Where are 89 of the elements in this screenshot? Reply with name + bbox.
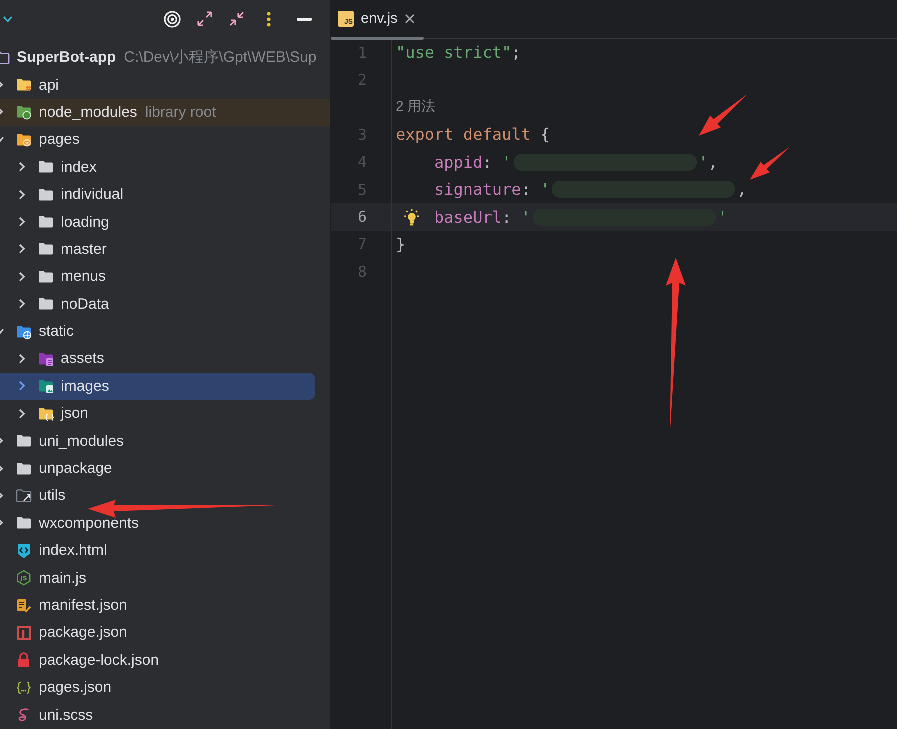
tree-item[interactable]: json [0, 400, 330, 428]
annotation-arrow [699, 94, 748, 136]
braces-icon [16, 680, 32, 696]
folder-icon [38, 159, 54, 176]
folder-icon [38, 241, 54, 258]
close-icon[interactable] [404, 14, 415, 24]
collapse-arrows-icon[interactable] [229, 11, 245, 27]
code-token: ; [512, 43, 522, 62]
checklist-icon [16, 598, 32, 614]
code-token: : [482, 152, 494, 172]
chevron-right-icon[interactable] [18, 243, 26, 256]
tree-item[interactable]: uni_modules [0, 427, 330, 455]
code-token: ' [698, 152, 708, 172]
folder-icon [38, 296, 54, 312]
tree-item[interactable]: utils [0, 482, 330, 510]
code-token: ' [502, 152, 512, 172]
tree-item[interactable]: loading [0, 208, 330, 236]
lightbulb-icon[interactable] [403, 208, 421, 226]
tree-item[interactable]: manifest.json [0, 592, 330, 620]
folder-icon [16, 77, 32, 94]
tree-item[interactable]: uni.scss [0, 701, 330, 729]
folder-icon [38, 268, 54, 285]
code-token: : [502, 208, 513, 227]
minus-icon[interactable] [297, 18, 312, 20]
code-token: : [521, 180, 532, 200]
tree-item[interactable]: package.json [0, 619, 330, 647]
package-icon [16, 624, 32, 641]
chevron-right-icon[interactable] [18, 408, 26, 420]
chevron-right-icon[interactable] [18, 216, 26, 228]
target-icon[interactable] [164, 10, 181, 28]
tree-item[interactable]: menus [0, 263, 330, 291]
folder-icon [16, 433, 32, 450]
folder-icon [16, 515, 32, 532]
tree-item[interactable]: master [0, 236, 330, 264]
code-token: baseUrl [434, 208, 502, 227]
tree-item[interactable]: individual [0, 180, 330, 208]
padlock-icon [16, 652, 32, 668]
more-options-icon[interactable] [267, 12, 271, 26]
folder-icon [16, 460, 32, 477]
tree-item[interactable]: pages.json [0, 674, 330, 702]
code-token: "use strict" [396, 43, 512, 62]
outline-folder-icon [16, 488, 32, 504]
chevron-down-icon[interactable] [3, 16, 13, 22]
folder-outline-icon [0, 50, 10, 66]
tree-item[interactable]: wxcomponents [0, 510, 330, 538]
tree-item[interactable]: static [0, 318, 330, 346]
code-tag-icon [16, 542, 32, 559]
eye-folder-icon [16, 132, 32, 148]
library-root-note: library root [145, 104, 216, 121]
tree-item[interactable]: images [0, 372, 315, 400]
code-token: ' [540, 180, 550, 200]
chevron-right-icon[interactable] [18, 352, 26, 365]
code-token: export default [396, 125, 531, 144]
code-token: appid [434, 152, 483, 172]
chevron-right-icon[interactable] [18, 380, 26, 392]
tree-item[interactable]: pages [0, 126, 330, 154]
project-path: C:\Dev\小程序\Gpt\WEB\Sup [124, 48, 317, 68]
tree-item[interactable]: api [0, 71, 330, 99]
chevron-right-icon[interactable] [18, 161, 26, 174]
braces-folder-icon [38, 406, 54, 422]
chevron-right-icon[interactable] [18, 298, 26, 310]
annotation-arrow [750, 147, 790, 180]
usages-hint[interactable]: 2 用法 [396, 98, 436, 116]
folder-icon [38, 214, 54, 230]
code-token: , [737, 180, 747, 200]
tree-item[interactable]: package-lock.json [0, 646, 330, 674]
expand-arrows-icon[interactable] [197, 11, 213, 27]
code-token: } [396, 234, 406, 254]
folder-icon [16, 104, 32, 120]
document-folder-icon [38, 350, 54, 367]
code-token: ' [521, 208, 531, 227]
tree-item[interactable]: index [0, 154, 330, 181]
chevron-right-icon[interactable] [18, 188, 26, 201]
line-number: 6 [358, 208, 367, 226]
tree-item[interactable]: assets [0, 345, 330, 373]
code-token: , [708, 152, 718, 172]
folder-icon [38, 186, 54, 203]
tree-item[interactable]: index.html [0, 537, 330, 564]
tree-item[interactable]: noData [0, 290, 330, 318]
tree-item[interactable]: unpackage [0, 454, 330, 482]
code-token: { [539, 125, 550, 144]
globe-folder-icon [16, 324, 32, 340]
code-token: signature [434, 180, 522, 200]
chevron-right-icon[interactable] [18, 270, 26, 283]
tree-item[interactable]: node_modules library root [0, 98, 330, 126]
swirl-icon [16, 707, 32, 724]
image-folder-icon [38, 378, 54, 394]
tree-item[interactable]: SuperBot-app C:\Dev\小程序\Gpt\WEB\Sup [0, 44, 330, 72]
code-token: ' [718, 208, 728, 227]
